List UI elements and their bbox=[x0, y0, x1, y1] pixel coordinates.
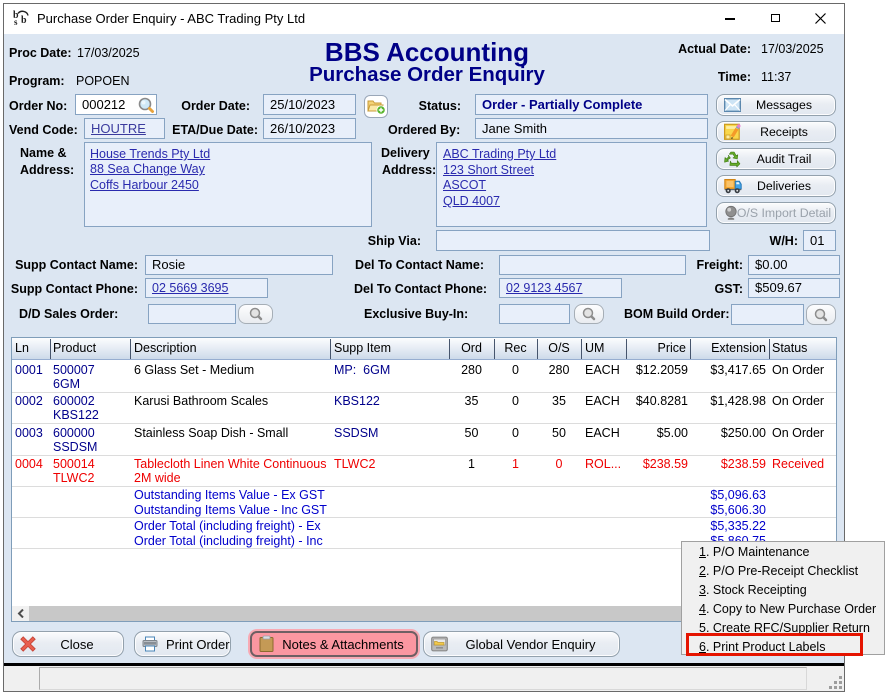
svg-text:b: b bbox=[21, 15, 27, 26]
svg-text:s: s bbox=[14, 17, 18, 26]
